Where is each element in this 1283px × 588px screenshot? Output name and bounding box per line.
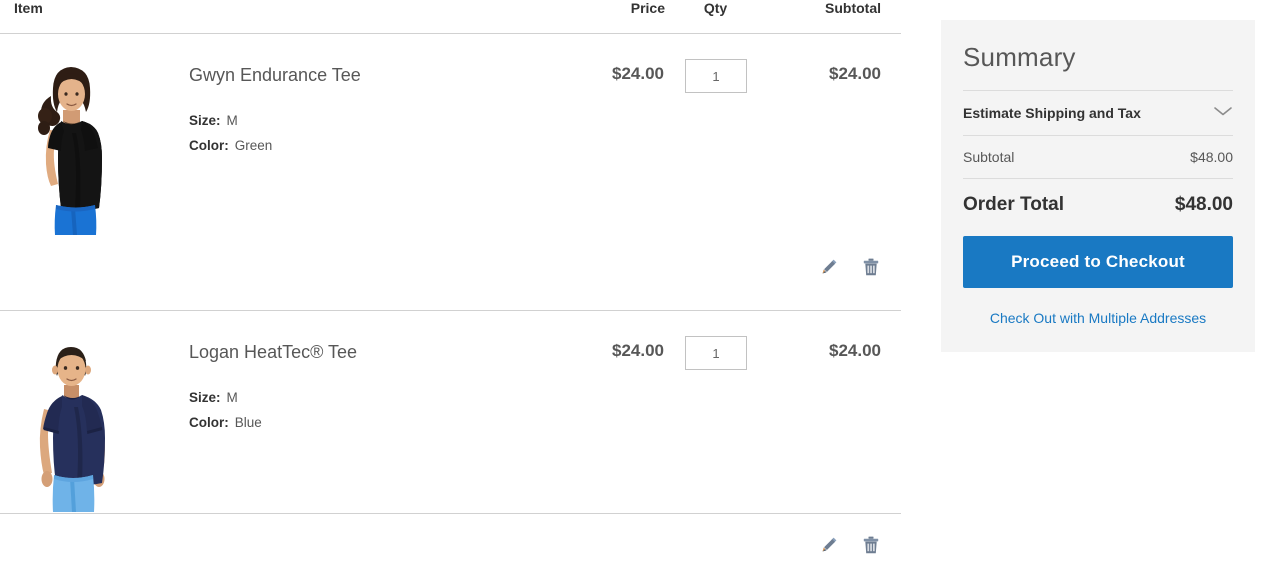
product-option-size: Size: M xyxy=(189,108,361,133)
order-total-label: Order Total xyxy=(963,194,1064,216)
option-label: Size: xyxy=(189,113,221,128)
delete-item-button[interactable] xyxy=(861,258,881,280)
pencil-icon xyxy=(821,536,838,558)
product-thumbnail[interactable] xyxy=(14,58,124,235)
cart-item-row: Logan HeatTec® Tee Size: M Color: Blue $24… xyxy=(0,311,901,588)
delete-item-button[interactable] xyxy=(861,536,881,558)
subtotal-label: Subtotal xyxy=(963,149,1014,165)
option-value: M xyxy=(227,113,238,128)
chevron-down-icon xyxy=(1213,104,1233,122)
item-actions xyxy=(0,514,901,588)
item-qty-cell xyxy=(665,34,770,237)
option-label: Color: xyxy=(189,138,229,153)
item-actions xyxy=(0,236,901,311)
cart-items-table: Item Price Qty Subtotal xyxy=(0,0,901,588)
product-thumbnail[interactable] xyxy=(14,335,124,512)
order-total-row: Order Total $48.00 xyxy=(963,179,1233,236)
proceed-to-checkout-button[interactable]: Proceed to Checkout xyxy=(963,236,1233,288)
pencil-icon xyxy=(821,258,838,280)
estimate-shipping-and-tax-toggle[interactable]: Estimate Shipping and Tax xyxy=(963,90,1233,136)
option-value: Green xyxy=(235,138,273,153)
checkout-multiple-addresses-link[interactable]: Check Out with Multiple Addresses xyxy=(963,310,1233,326)
order-total-value: $48.00 xyxy=(1175,194,1233,216)
trash-icon xyxy=(863,536,879,559)
option-label: Color: xyxy=(189,415,229,430)
subtotal-value: $48.00 xyxy=(1190,149,1233,165)
item-qty-cell xyxy=(665,311,770,514)
edit-item-button[interactable] xyxy=(819,536,839,558)
item-price: $24.00 xyxy=(580,311,665,514)
item-subtotal: $24.00 xyxy=(770,34,901,237)
product-name[interactable]: Gwyn Endurance Tee xyxy=(189,64,361,86)
order-summary-panel: Summary Estimate Shipping and Tax Subtot… xyxy=(941,20,1255,352)
column-header-qty: Qty xyxy=(665,0,770,34)
product-option-color: Color: Green xyxy=(189,133,361,158)
estimate-shipping-label: Estimate Shipping and Tax xyxy=(963,105,1141,121)
item-price: $24.00 xyxy=(580,34,665,237)
option-value: M xyxy=(227,390,238,405)
trash-icon xyxy=(863,258,879,281)
option-label: Size: xyxy=(189,390,221,405)
product-info: Gwyn Endurance Tee Size: M Color: Green xyxy=(124,56,361,158)
column-header-price: Price xyxy=(580,0,665,34)
shopping-cart-table-region: Item Price Qty Subtotal xyxy=(0,0,901,567)
item-subtotal: $24.00 xyxy=(770,311,901,514)
product-cell: Gwyn Endurance Tee Size: M Color: Green xyxy=(0,34,580,237)
subtotal-row: Subtotal $48.00 xyxy=(963,136,1233,179)
qty-input[interactable] xyxy=(685,336,747,370)
column-header-item: Item xyxy=(0,0,580,34)
column-header-subtotal: Subtotal xyxy=(770,0,901,34)
edit-item-button[interactable] xyxy=(819,258,839,280)
cart-item-row: Gwyn Endurance Tee Size: M Color: Green $2… xyxy=(0,34,901,311)
product-option-color: Color: Blue xyxy=(189,410,357,435)
product-name[interactable]: Logan HeatTec® Tee xyxy=(189,341,357,363)
product-cell: Logan HeatTec® Tee Size: M Color: Blue xyxy=(0,311,580,514)
cart-table-header: Item Price Qty Subtotal xyxy=(0,0,901,34)
option-value: Blue xyxy=(235,415,262,430)
product-info: Logan HeatTec® Tee Size: M Color: Blue xyxy=(124,333,357,435)
qty-input[interactable] xyxy=(685,59,747,93)
summary-title: Summary xyxy=(963,42,1233,72)
product-option-size: Size: M xyxy=(189,385,357,410)
